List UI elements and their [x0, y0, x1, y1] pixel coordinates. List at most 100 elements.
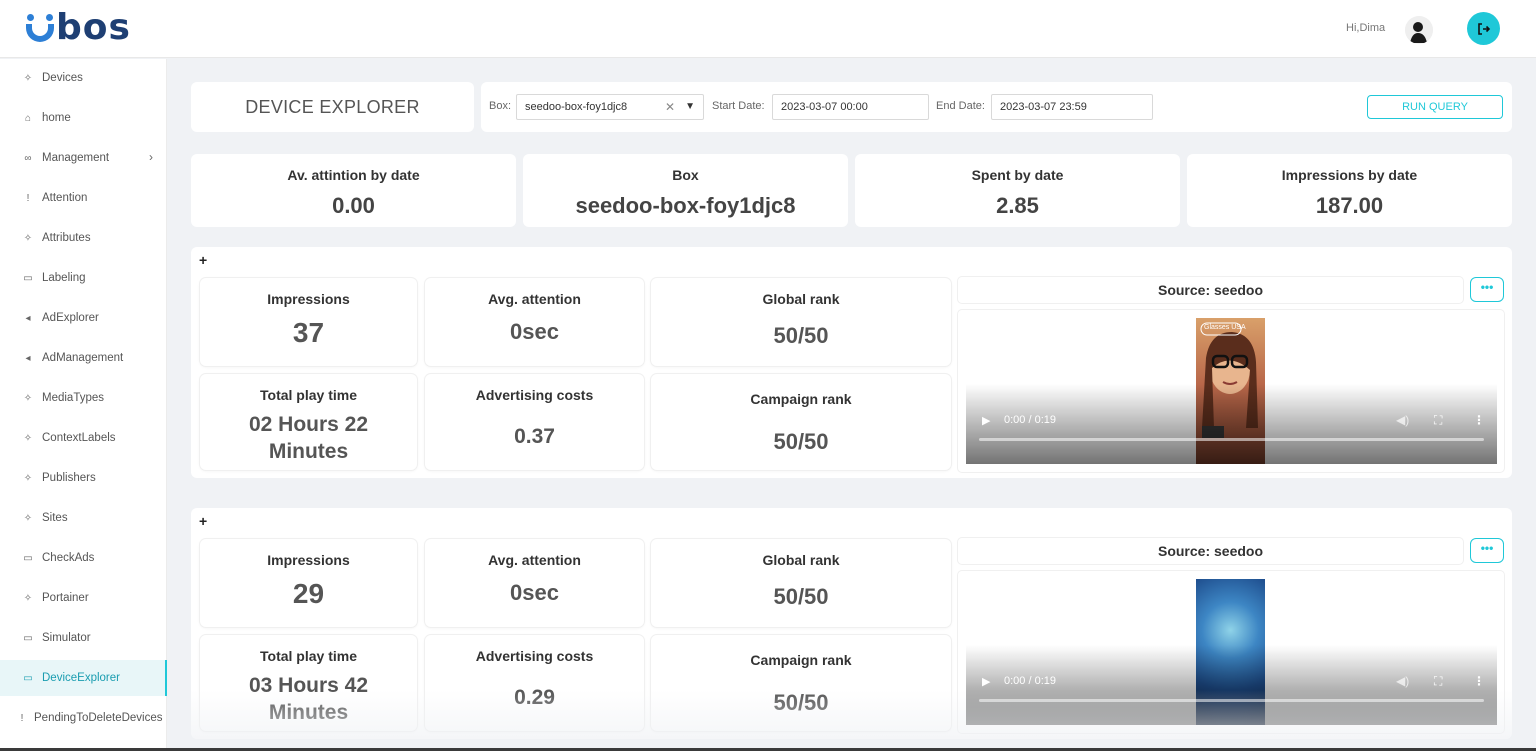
- campaign-rank-card: Campaign rank 50/50: [651, 635, 951, 731]
- video-time: 0:00 / 0:19: [1004, 414, 1056, 426]
- impressions-card: Impressions 29: [200, 539, 417, 627]
- megaphone-icon: ◂: [25, 312, 31, 324]
- sidebar-item-home[interactable]: ⌂ home: [0, 100, 167, 136]
- sidebar-item-sites[interactable]: ✧ Sites: [0, 500, 167, 536]
- volume-icon[interactable]: ◀): [1396, 413, 1409, 427]
- sidebar-item-pendingtodeletedevices[interactable]: ! PendingToDeleteDevices: [0, 700, 167, 736]
- sidebar-item-attributes[interactable]: ✧ Attributes: [0, 220, 167, 256]
- sidebar-item-label: PendingToDeleteDevices: [34, 712, 163, 724]
- play-time-card: Total play time 02 Hours 22 Minutes: [200, 374, 417, 470]
- sidebar-item-management[interactable]: ∞ Management ›: [0, 140, 167, 176]
- logo-text: bos: [56, 7, 131, 48]
- sidebar-item-deviceexplorer[interactable]: ▭ DeviceExplorer: [0, 660, 167, 696]
- metric-value: 29: [292, 578, 325, 609]
- sidebar-item-label: Publishers: [42, 472, 96, 484]
- fullscreen-icon[interactable]: ⛶: [1434, 413, 1442, 428]
- sparkle-icon: ✧: [23, 232, 33, 244]
- chevron-down-icon[interactable]: ▼: [685, 95, 695, 119]
- sidebar-item-contextlabels[interactable]: ✧ ContextLabels: [0, 420, 167, 456]
- metric-title: Global rank: [762, 552, 840, 568]
- user-greeting: Hi,Dima: [1346, 22, 1386, 34]
- metric-title: Impressions: [267, 291, 350, 307]
- fullscreen-icon[interactable]: ⛶: [1434, 674, 1442, 689]
- sidebar-item-label: CheckAds: [42, 552, 95, 564]
- sidebar-item-label: Labeling: [42, 272, 86, 284]
- tag-icon: ▭: [23, 272, 33, 284]
- sidebar-item-label: ContextLabels: [42, 432, 116, 444]
- sidebar-item-simulator[interactable]: ▭ Simulator: [0, 620, 167, 656]
- sidebar-item-label: Attributes: [42, 232, 91, 244]
- end-date-label: End Date:: [936, 100, 985, 112]
- sidebar-item-portainer[interactable]: ✧ Portainer: [0, 580, 167, 616]
- global-rank-card: Global rank 50/50: [651, 278, 951, 366]
- sidebar-item-admanagement[interactable]: ◂ AdManagement: [0, 340, 167, 376]
- home-icon: ⌂: [24, 112, 32, 124]
- video-menu-icon[interactable]: ⋮: [1473, 674, 1485, 688]
- user-avatar[interactable]: [1405, 16, 1433, 44]
- sidebar-item-attention[interactable]: ! Attention: [0, 180, 167, 216]
- ad-video-player[interactable]: ▶ 0:00 / 0:19 ◀) ⛶ ⋮: [966, 579, 1497, 725]
- expand-toggle[interactable]: +: [199, 513, 207, 529]
- more-options-button[interactable]: •••: [1470, 538, 1504, 563]
- advertising-costs-card: Advertising costs 0.29: [425, 635, 644, 731]
- video-progress-bar[interactable]: [979, 438, 1484, 441]
- stat-title: Spent by date: [971, 167, 1064, 183]
- sidebar-item-publishers[interactable]: ✧ Publishers: [0, 460, 167, 496]
- sidebar-item-label: Devices: [42, 72, 83, 84]
- metric-title: Advertising costs: [475, 648, 594, 664]
- start-date-label: Start Date:: [712, 100, 765, 112]
- avg-attention-card: Avg. attention 0sec: [425, 539, 644, 627]
- play-time-card: Total play time 03 Hours 42 Minutes: [200, 635, 417, 731]
- metric-title: Total play time: [260, 387, 357, 403]
- ad-section: + Impressions 29 Avg. attention 0sec Glo…: [191, 508, 1512, 739]
- avg-attention-card: Avg. attention 0sec: [425, 278, 644, 366]
- megaphone-icon: ◂: [25, 352, 31, 364]
- sidebar-item-mediatypes[interactable]: ✧ MediaTypes: [0, 380, 167, 416]
- logout-button[interactable]: [1467, 12, 1500, 45]
- ad-video-player[interactable]: Glasses USA ▶ 0:00 / 0:19 ◀) ⛶ ⋮: [966, 318, 1497, 464]
- metric-value: 0.29: [514, 686, 555, 709]
- sidebar-item-adexplorer[interactable]: ◂ AdExplorer: [0, 300, 167, 336]
- ubos-logo[interactable]: bos: [26, 8, 131, 48]
- metric-title: Advertising costs: [475, 387, 594, 403]
- box-select[interactable]: seedoo-box-foy1djc8 ✕ ▼: [516, 94, 704, 120]
- metric-title: Impressions: [267, 552, 350, 568]
- clear-icon[interactable]: ✕: [665, 95, 675, 119]
- filter-bar: Box: seedoo-box-foy1djc8 ✕ ▼ Start Date:…: [481, 82, 1512, 132]
- sparkle-icon: ✧: [23, 512, 33, 524]
- sidebar-item-label: DeviceExplorer: [42, 672, 120, 684]
- top-header: bos Hi,Dima: [0, 0, 1536, 58]
- end-date-input[interactable]: 2023-03-07 23:59: [991, 94, 1153, 120]
- expand-toggle[interactable]: +: [199, 252, 207, 268]
- video-progress-bar[interactable]: [979, 699, 1484, 702]
- sidebar-nav: ✧ Devices ⌂ home ∞ Management › ! Attention ✧…: [0, 59, 167, 751]
- volume-icon[interactable]: ◀): [1396, 674, 1409, 688]
- play-icon[interactable]: ▶: [982, 414, 990, 427]
- metric-value: 0sec: [510, 580, 559, 605]
- ad-section: + Impressions 37 Avg. attention 0sec Glo…: [191, 247, 1512, 478]
- video-controls: ▶ 0:00 / 0:19 ◀) ⛶ ⋮: [966, 645, 1497, 725]
- start-date-input[interactable]: 2023-03-07 00:00: [772, 94, 929, 120]
- sidebar-item-label: home: [42, 112, 71, 124]
- sidebar-item-label: Management: [42, 152, 110, 164]
- sparkle-icon: ✧: [23, 592, 33, 604]
- page-title: DEVICE EXPLORER: [191, 82, 474, 132]
- metric-title: Campaign rank: [750, 391, 852, 407]
- run-query-button[interactable]: RUN QUERY: [1367, 95, 1503, 119]
- sidebar-item-checkads[interactable]: ▭ CheckAds: [0, 540, 167, 576]
- sparkle-icon: ✧: [23, 72, 33, 84]
- metric-title: Campaign rank: [750, 652, 852, 668]
- sidebar-item-labeling[interactable]: ▭ Labeling: [0, 260, 167, 296]
- impressions-card: Impressions 37: [200, 278, 417, 366]
- tag-icon: ▭: [23, 672, 33, 684]
- sparkle-icon: ✧: [23, 432, 33, 444]
- sparkle-icon: ✧: [23, 392, 33, 404]
- sidebar-item-label: Simulator: [42, 632, 91, 644]
- sidebar-item-devices[interactable]: ✧ Devices: [0, 60, 167, 96]
- stat-value: seedoo-box-foy1djc8: [575, 193, 796, 218]
- video-menu-icon[interactable]: ⋮: [1473, 413, 1485, 427]
- metric-value: 02 Hours 22 Minutes: [248, 413, 369, 463]
- more-options-button[interactable]: •••: [1470, 277, 1504, 302]
- play-icon[interactable]: ▶: [982, 675, 990, 688]
- sidebar-item-label: Attention: [42, 192, 88, 204]
